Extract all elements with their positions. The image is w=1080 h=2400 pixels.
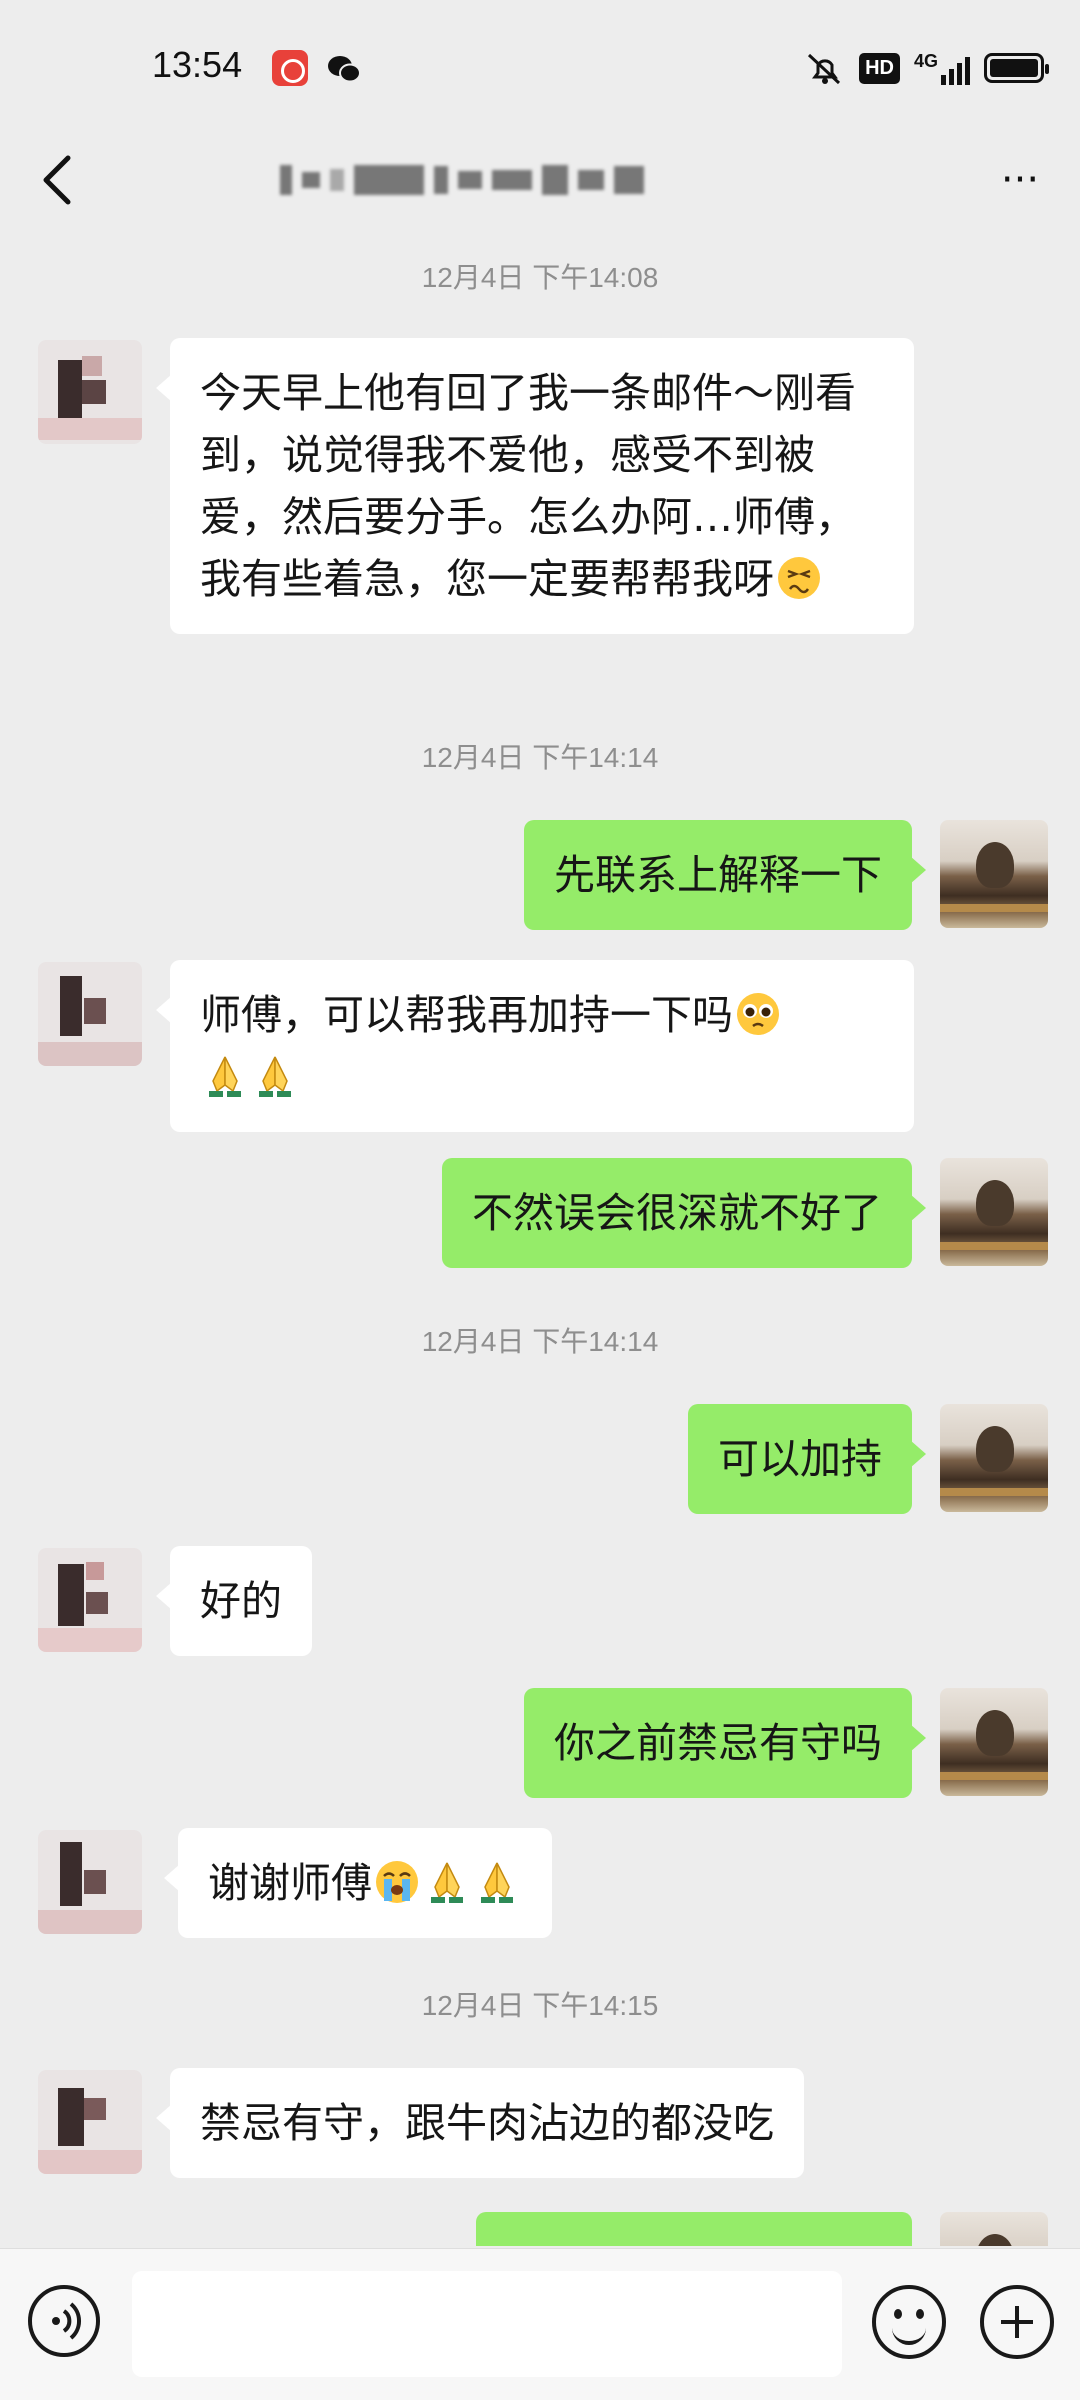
incoming-message-bubble[interactable]: 今天早上他有回了我一条邮件～刚看到，说觉得我不爱他，感受不到被爱，然后要分手。怎… <box>156 338 914 634</box>
timestamp: 12月4日 下午14:14 <box>421 1326 659 1357</box>
folded-hands-emoji-icon <box>209 1056 241 1097</box>
timestamp: 12月4日 下午14:08 <box>421 262 659 293</box>
outgoing-message-bubble[interactable] <box>476 2212 912 2246</box>
status-time: 13:54 <box>152 44 243 85</box>
message-text: 禁忌有守，跟牛肉沾边的都没吃 <box>200 2099 774 2147</box>
message-text: 你之前禁忌有守吗 <box>554 1719 882 1767</box>
contact-avatar[interactable] <box>38 962 142 1066</box>
emoji-picker-button[interactable] <box>872 2285 946 2359</box>
my-avatar[interactable] <box>940 1158 1048 1266</box>
contact-avatar[interactable] <box>38 340 142 444</box>
folded-hands-emoji-icon <box>481 1862 513 1903</box>
more-options-button[interactable]: ··· <box>990 160 1050 200</box>
incoming-message-bubble[interactable]: 禁忌有守，跟牛肉沾边的都没吃 <box>156 2068 804 2178</box>
pleading-face-emoji-icon <box>737 993 779 1035</box>
message-text: 今天早上他有回了我一条邮件～刚看到，说觉得我不爱他，感受不到被爱，然后要分手。怎… <box>200 369 856 603</box>
contact-avatar[interactable] <box>38 1830 142 1934</box>
battery-icon <box>984 53 1049 83</box>
message-text: 好的 <box>200 1577 282 1625</box>
message-text: 可以加持 <box>718 1435 882 1483</box>
loudly-crying-face-emoji-icon <box>376 1861 418 1903</box>
signal-icon: 4G <box>914 51 970 85</box>
timestamp: 12月4日 下午14:15 <box>421 1990 659 2021</box>
contact-avatar[interactable] <box>38 1548 142 1652</box>
message-text: 师傅，可以帮我再加持一下吗 <box>200 991 733 1039</box>
hd-badge: HD <box>859 52 900 84</box>
outgoing-message-bubble[interactable]: 先联系上解释一下 <box>524 820 926 930</box>
outgoing-message-bubble[interactable]: 你之前禁忌有守吗 <box>524 1688 926 1798</box>
contact-avatar[interactable] <box>38 2070 142 2174</box>
my-avatar[interactable] <box>940 1404 1048 1512</box>
voice-input-button[interactable] <box>28 2285 100 2357</box>
wechat-app-icon <box>328 56 361 83</box>
chat-title-obscured <box>280 152 820 208</box>
timestamp: 12月4日 下午14:14 <box>421 742 659 773</box>
message-list[interactable]: 12月4日 下午14:08 今天早上他有回了我一条邮件～刚看到，说觉得我不爱他，… <box>0 240 1080 2246</box>
pinduoduo-app-icon <box>272 50 308 86</box>
voice-wave-icon <box>52 2302 82 2340</box>
outgoing-message-bubble[interactable]: 可以加持 <box>688 1404 926 1514</box>
incoming-message-bubble[interactable]: 师傅，可以帮我再加持一下吗 <box>156 960 914 1132</box>
persevering-face-emoji-icon <box>778 557 820 599</box>
mute-bell-icon <box>808 53 841 85</box>
more-actions-plus-button[interactable] <box>980 2285 1054 2359</box>
folded-hands-emoji-icon <box>259 1056 291 1097</box>
chat-input-bar <box>0 2248 1080 2400</box>
my-avatar[interactable] <box>940 2212 1048 2246</box>
outgoing-message-bubble[interactable]: 不然误会很深就不好了 <box>442 1158 926 1268</box>
message-text: 不然误会很深就不好了 <box>472 1189 882 1237</box>
incoming-message-bubble[interactable]: 好的 <box>156 1546 312 1656</box>
message-input[interactable] <box>132 2271 842 2377</box>
my-avatar[interactable] <box>940 820 1048 928</box>
chat-header: ··· <box>0 130 1080 230</box>
status-indicators: HD 4G <box>803 46 1049 90</box>
incoming-message-bubble[interactable]: 谢谢师傅 <box>164 1828 552 1938</box>
message-text: 谢谢师傅 <box>208 1859 372 1907</box>
my-avatar[interactable] <box>940 1688 1048 1796</box>
message-text: 先联系上解释一下 <box>554 851 882 899</box>
folded-hands-emoji-icon <box>431 1862 463 1903</box>
status-bar: 13:54 HD 4G <box>0 0 1080 140</box>
back-arrow-icon[interactable] <box>30 148 86 212</box>
